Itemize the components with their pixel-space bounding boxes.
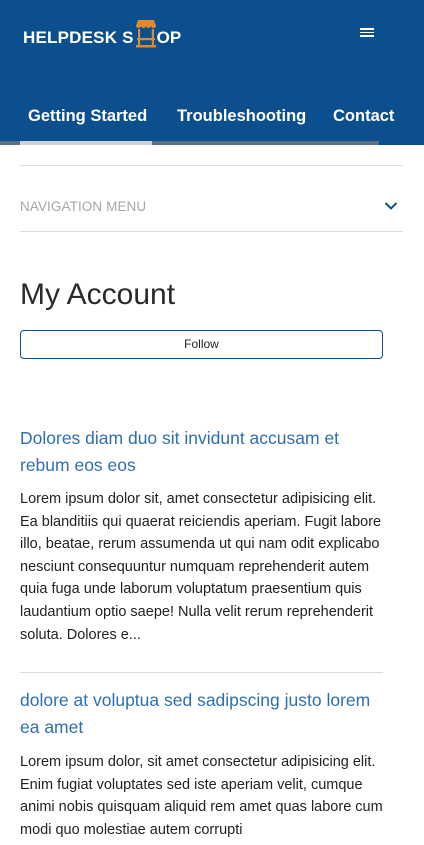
divider bbox=[20, 165, 403, 166]
page-title: My Account bbox=[20, 278, 176, 311]
article-excerpt: Lorem ipsum dolor, sit amet consectetur … bbox=[20, 754, 383, 838]
logo-text-left: HELPDESK S bbox=[23, 28, 134, 47]
site-header: HELPDESK S OP Getting Started Troublesho… bbox=[0, 0, 424, 145]
hamburger-icon-line bbox=[360, 28, 374, 30]
category-tabs: Getting Started Troubleshooting Contact bbox=[0, 100, 424, 145]
divider bbox=[20, 231, 403, 232]
article-title-link[interactable]: dolore at voluptua sed sadipscing justo … bbox=[20, 687, 390, 741]
chevron-down-icon bbox=[384, 202, 398, 210]
article-excerpt: Lorem ipsum dolor sit, amet consectetur … bbox=[20, 491, 382, 643]
navigation-menu-dropdown[interactable]: NAVIGATION MENU bbox=[20, 182, 403, 230]
hamburger-menu-button[interactable] bbox=[357, 26, 377, 42]
tab-troubleshooting[interactable]: Troubleshooting bbox=[177, 100, 306, 145]
active-tab-indicator bbox=[20, 141, 152, 145]
follow-button[interactable]: Follow bbox=[20, 330, 383, 359]
logo-text-right: OP bbox=[156, 28, 182, 47]
tab-contact[interactable]: Contact bbox=[333, 100, 394, 145]
hamburger-icon-line bbox=[360, 35, 374, 37]
store-icon bbox=[135, 20, 156, 48]
dropdown-label: NAVIGATION MENU bbox=[20, 199, 147, 214]
hamburger-icon-line bbox=[360, 31, 374, 33]
article-title-link[interactable]: Dolores diam duo sit invidunt accusam et… bbox=[20, 425, 390, 479]
tab-getting-started[interactable]: Getting Started bbox=[28, 100, 147, 145]
site-logo[interactable]: HELPDESK S OP bbox=[23, 16, 181, 52]
article-divider bbox=[20, 672, 383, 673]
